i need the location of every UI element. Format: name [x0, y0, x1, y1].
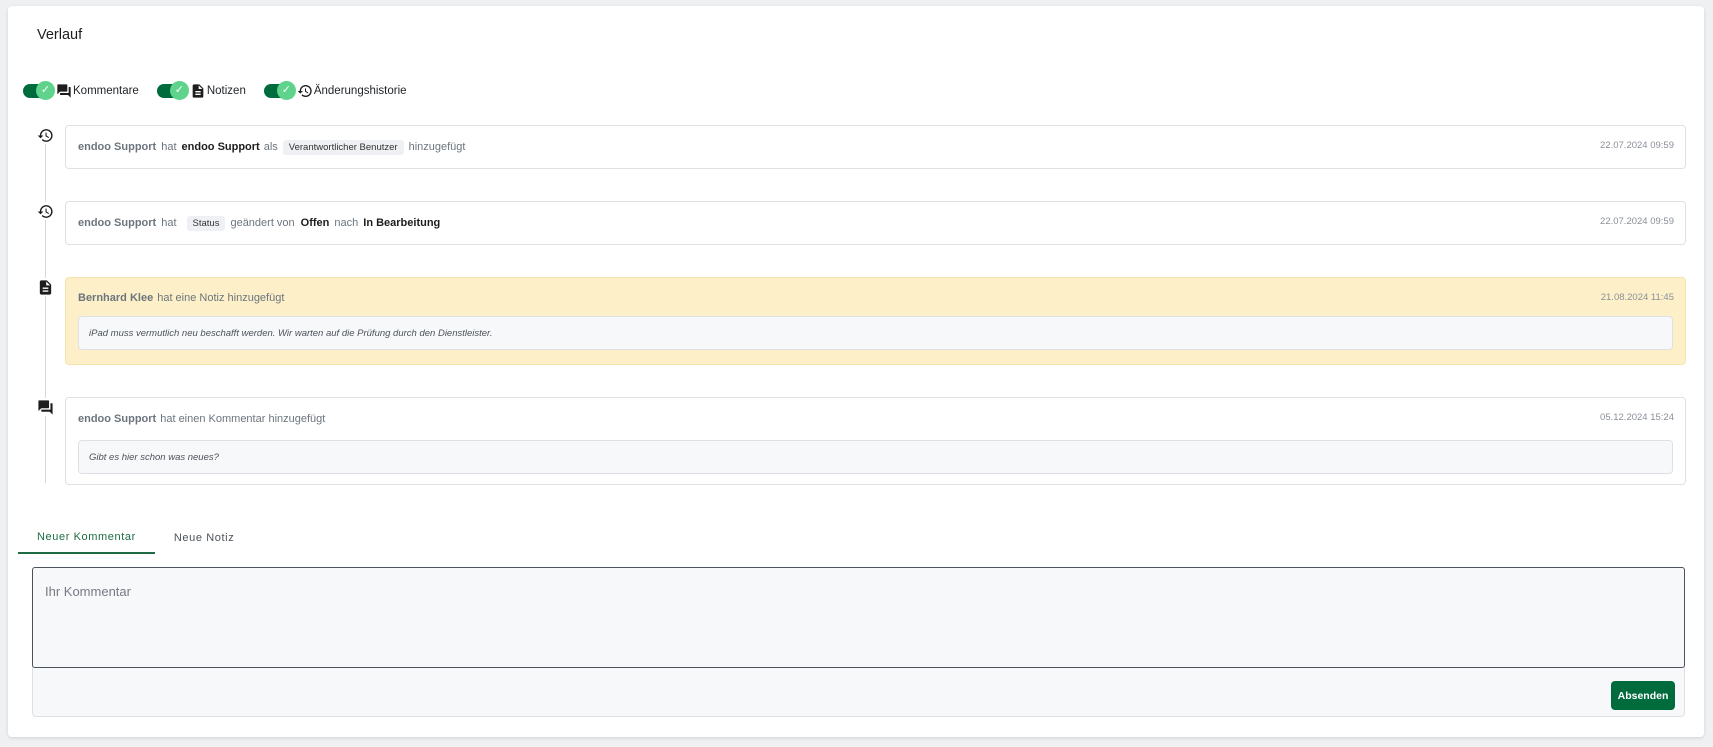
comments-toggle[interactable]: ✓ — [23, 81, 55, 100]
tab-new-comment[interactable]: Neuer Kommentar — [18, 521, 155, 554]
note-icon — [190, 83, 206, 99]
entry-actor: endoo Support — [78, 141, 157, 153]
check-icon: ✓ — [276, 81, 296, 100]
filter-label: Änderungshistorie — [313, 85, 407, 97]
filter-label: Kommentare — [73, 85, 139, 97]
entry-actor: Bernhard Klee — [78, 291, 154, 304]
entry-actor: endoo Support — [78, 217, 157, 229]
editor-tabs: Neuer Kommentar Neue Notiz — [18, 521, 253, 554]
entry-time: 22.07.2024 09:59 — [1600, 140, 1674, 151]
notes-toggle[interactable]: ✓ — [156, 81, 189, 100]
entry-to-value: In Bearbeitung — [363, 217, 441, 229]
entry-header: endoo Support hat Status geändert von Of… — [78, 202, 1673, 244]
field-badge: Verantwortlicher Benutzer — [282, 139, 404, 155]
history-icon — [36, 126, 54, 144]
entry-time: 21.08.2024 11:45 — [1600, 292, 1674, 303]
entry-header: endoo Support hat endoo Support als Vera… — [78, 126, 1673, 168]
entry-word: geändert von — [230, 217, 295, 229]
comment-icon — [36, 398, 54, 416]
history-icon — [36, 202, 54, 220]
history-entry: endoo Support hat Status geändert von Of… — [65, 201, 1686, 245]
comment-entry: endoo Support hat einen Kommentar hinzug… — [65, 397, 1686, 485]
entry-word: hat — [161, 217, 177, 229]
note-text: iPad muss vermutlich neu beschafft werde… — [78, 316, 1673, 350]
submit-button[interactable]: Absenden — [1611, 681, 1675, 710]
timeline-line — [45, 133, 46, 483]
note-entry: Bernhard Klee hat eine Notiz hinzugefügt… — [65, 277, 1686, 365]
note-icon — [36, 278, 54, 296]
comment-textarea[interactable]: Ihr Kommentar — [32, 567, 1685, 668]
check-icon: ✓ — [169, 81, 189, 100]
entry-word: hinzugefügt — [408, 141, 466, 153]
entry-header: Bernhard Klee hat eine Notiz hinzugefügt — [78, 278, 1673, 317]
history-icon — [297, 83, 313, 99]
tab-new-note[interactable]: Neue Notiz — [155, 521, 253, 554]
page-title: Verlauf — [37, 27, 83, 43]
comment-placeholder: Ihr Kommentar — [45, 584, 131, 599]
filter-comments[interactable]: ✓ Kommentare — [23, 81, 139, 100]
entry-word: nach — [334, 217, 359, 229]
comment-editor: Ihr Kommentar Absenden — [32, 567, 1685, 717]
entry-word: hat — [161, 141, 177, 153]
entry-word: als — [263, 141, 278, 153]
entry-from-value: Offen — [300, 217, 330, 229]
comment-text: Gibt es hier schon was neues? — [78, 440, 1673, 474]
entry-action: hat einen Kommentar hinzugefügt — [160, 413, 326, 425]
comment-icon — [56, 83, 72, 99]
filter-label: Notizen — [206, 85, 246, 97]
filter-bar: ✓ Kommentare ✓ Notizen ✓ Änderungshistor… — [23, 76, 425, 106]
check-icon: ✓ — [36, 81, 55, 100]
entry-action: hat eine Notiz hinzugefügt — [157, 291, 285, 304]
field-badge: Status — [186, 215, 226, 231]
history-card: Verlauf ✓ Kommentare ✓ Notizen ✓ Änderun… — [8, 6, 1704, 737]
filter-history[interactable]: ✓ Änderungshistorie — [263, 81, 407, 100]
entry-actor: endoo Support — [78, 413, 157, 425]
history-toggle[interactable]: ✓ — [263, 81, 296, 100]
entry-target: endoo Support — [181, 141, 260, 153]
entry-header: endoo Support hat einen Kommentar hinzug… — [78, 398, 1673, 440]
entry-time: 22.07.2024 09:59 — [1600, 216, 1674, 227]
entry-time: 05.12.2024 15:24 — [1600, 412, 1674, 423]
history-entry: endoo Support hat endoo Support als Vera… — [65, 125, 1686, 169]
filter-notes[interactable]: ✓ Notizen — [156, 81, 246, 100]
